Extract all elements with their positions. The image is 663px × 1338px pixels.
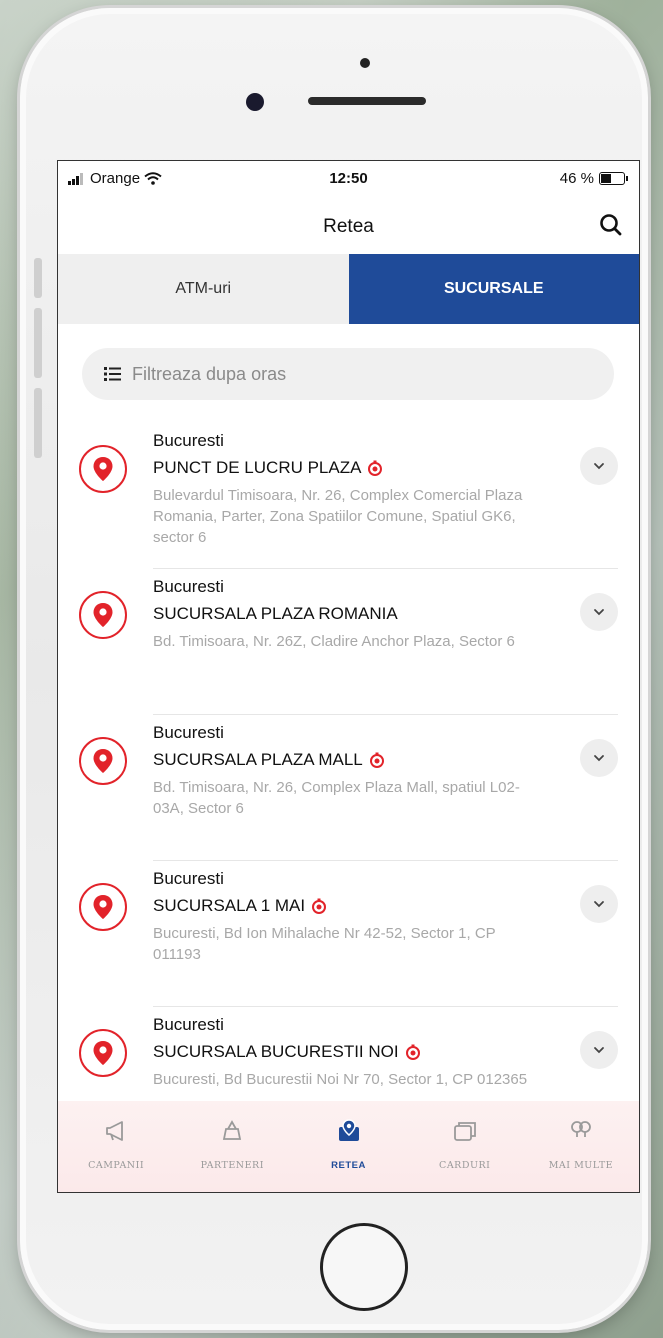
tab-bar-label: CAMPANII [88,1160,145,1171]
tab-bar-item-mai-multe[interactable]: MAI MULTE [523,1101,639,1192]
branch-name-text: SUCURSALA PLAZA ROMANIA [153,604,398,623]
tab-atm[interactable]: ATM-uri [58,254,349,324]
branch-pin [79,591,127,639]
app-screen: Orange 12:50 46 % Retea ATM-uri SUCURSAL… [57,160,640,1193]
branch-pin [79,883,127,931]
chevron-down-icon [594,755,604,762]
status-time: 12:50 [329,170,368,187]
map-pin-icon [335,1117,363,1150]
map-pin-icon [93,1041,113,1065]
tab-bar-label: MAI MULTE [548,1160,614,1171]
branch-pin [79,737,127,785]
branch-name: SUCURSALA PLAZA ROMANIA [153,604,398,624]
branch-name-text: SUCURSALA 1 MAI [153,896,306,915]
branch-address: Bucuresti, Bd Bucurestii Noi Nr 70, Sect… [153,1071,528,1088]
branch-list-item[interactable]: Bucuresti SUCURSALA 1 MAI Bucuresti, Bd Io… [79,861,618,1007]
branch-name: PUNCT DE LUCRU PLAZA [153,458,383,478]
map-pin-icon [93,457,113,481]
mute-switch [34,258,42,298]
expand-button[interactable] [580,593,618,631]
page-title: Retea [323,216,374,237]
tab-bar-label: CARDURI [439,1160,491,1171]
branch-city: Bucuresti [153,723,224,742]
city-filter-input[interactable]: Filtreaza dupa oras [82,348,614,400]
list-icon [104,367,121,381]
clock-badge-icon [405,1044,420,1060]
tab-bar-item-retea[interactable]: RETEA [290,1101,406,1192]
battery-icon [599,172,628,185]
tab-bar-label: PARTENERI [200,1160,264,1171]
expand-button[interactable] [580,739,618,777]
map-pin-icon [93,603,113,627]
map-pin-icon [93,749,113,773]
tab-bar-item-campanii[interactable]: CAMPANII [58,1101,174,1192]
branch-pin [79,445,127,493]
branch-list: Bucuresti PUNCT DE LUCRU PLAZA Bulevardul … [58,423,639,1153]
chevron-down-icon [594,1047,604,1054]
branch-list-item[interactable]: Bucuresti PUNCT DE LUCRU PLAZA Bulevardul … [79,423,618,569]
branch-city: Bucuresti [153,869,224,888]
branch-name: SUCURSALA PLAZA MALL [153,750,385,770]
battery-percent: 46 % [559,170,594,187]
chevron-down-icon [594,901,604,908]
more-icon [567,1117,595,1150]
tab-sucursale[interactable]: SUCURSALE [348,254,639,324]
tab-bar-item-parteneri[interactable]: PARTENERI [174,1101,290,1192]
branch-address: Bd. Timisoara, Nr. 26, Complex Plaza Mal… [153,779,520,817]
expand-button[interactable] [580,1031,618,1069]
volume-down-button [34,388,42,458]
earpiece-speaker [308,97,426,105]
battery-fill [601,174,611,183]
shopping-bag-icon [218,1117,246,1150]
branch-city: Bucuresti [153,431,224,450]
megaphone-icon [102,1117,130,1150]
cards-icon [451,1117,479,1150]
branch-address: Bd. Timisoara, Nr. 26Z, Cladire Anchor P… [153,633,515,650]
branch-name-text: SUCURSALA PLAZA MALL [153,750,363,769]
expand-button[interactable] [580,447,618,485]
branch-name-text: PUNCT DE LUCRU PLAZA [153,458,362,477]
branch-city: Bucuresti [153,1015,224,1034]
tab-bar-item-carduri[interactable]: CARDURI [407,1101,523,1192]
front-camera [246,93,264,111]
bottom-tab-bar: CAMPANII PARTENERI RETEA CARDURI MAI MULTE [58,1101,639,1192]
map-pin-icon [93,895,113,919]
status-right: 46 % [559,170,628,187]
branch-name-text: SUCURSALA BUCURESTII NOI [153,1042,399,1061]
branch-list-item[interactable]: Bucuresti SUCURSALA PLAZA ROMANIA Bd. Timi… [79,569,618,715]
chevron-down-icon [594,463,604,470]
branch-address: Bulevardul Timisoara, Nr. 26, Complex Co… [153,487,523,546]
clock-badge-icon [368,460,383,476]
header: Retea [58,197,639,255]
clock-badge-icon [369,752,384,768]
branch-address: Bucuresti, Bd Ion Mihalache Nr 42-52, Se… [153,925,496,963]
chevron-down-icon [594,609,604,616]
branch-city: Bucuresti [153,577,224,596]
branch-name: SUCURSALA BUCURESTII NOI [153,1042,421,1062]
status-bar: Orange 12:50 46 % [58,161,639,195]
home-button[interactable] [320,1223,408,1311]
expand-button[interactable] [580,885,618,923]
segment-tabs: ATM-uri SUCURSALE [58,254,639,324]
branch-list-item[interactable]: Bucuresti SUCURSALA PLAZA MALL Bd. Timisoa… [79,715,618,861]
search-icon[interactable] [597,211,625,239]
tab-bar-label: RETEA [331,1160,366,1171]
proximity-sensor [360,58,370,68]
volume-up-button [34,308,42,378]
branch-pin [79,1029,127,1077]
branch-name: SUCURSALA 1 MAI [153,896,327,916]
clock-badge-icon [312,898,327,914]
filter-placeholder: Filtreaza dupa oras [132,363,287,384]
